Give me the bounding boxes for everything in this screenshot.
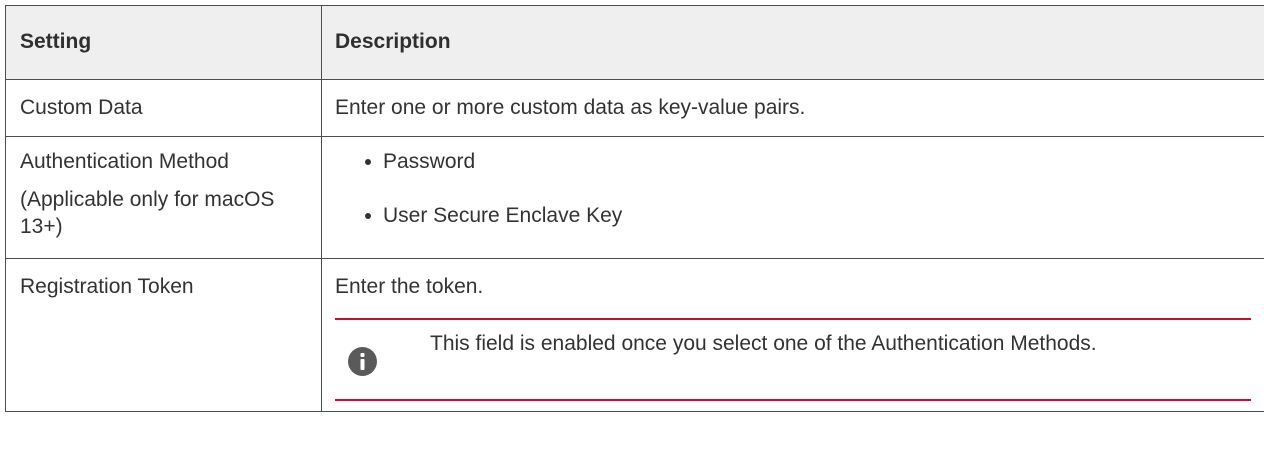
- list-item: Password: [363, 148, 1264, 176]
- note-callout: This field is enabled once you select on…: [335, 318, 1251, 401]
- table-row-authentication-method: Authentication Method (Applicable only f…: [5, 136, 1264, 259]
- setting-name: Registration Token: [20, 275, 194, 298]
- info-icon: [348, 347, 377, 376]
- settings-table: Setting Description Custom Data Enter on…: [5, 5, 1264, 412]
- list-item: User Secure Enclave Key: [363, 202, 1264, 230]
- option-label: Password: [383, 150, 476, 173]
- table-row-registration-token: Registration Token Enter the token. This…: [5, 258, 1264, 412]
- header-setting: Setting: [5, 5, 322, 80]
- description-cell: Password User Secure Enclave Key: [321, 136, 1264, 259]
- option-label: User Secure Enclave Key: [383, 204, 623, 227]
- header-description-label: Description: [335, 30, 451, 53]
- note-text: This field is enabled once you select on…: [430, 332, 1097, 355]
- header-description: Description: [321, 5, 1264, 80]
- setting-cell: Registration Token: [5, 258, 322, 412]
- setting-applicability-note: (Applicable only for macOS 13+): [20, 188, 275, 238]
- description-text: Enter the token.: [335, 275, 484, 298]
- description-text: Enter one or more custom data as key-val…: [335, 96, 806, 119]
- bullet-icon: [365, 213, 371, 219]
- authentication-method-list: Password User Secure Enclave Key: [322, 137, 1264, 230]
- table-header-row: Setting Description: [5, 5, 1264, 80]
- table-row-custom-data: Custom Data Enter one or more custom dat…: [5, 79, 1264, 137]
- setting-name: Authentication Method: [20, 150, 229, 173]
- description-cell: Enter one or more custom data as key-val…: [321, 79, 1264, 137]
- setting-cell: Authentication Method (Applicable only f…: [5, 136, 322, 259]
- description-cell: Enter the token. This field is enabled o…: [321, 258, 1264, 412]
- header-setting-label: Setting: [20, 30, 92, 53]
- setting-cell: Custom Data: [5, 79, 322, 137]
- setting-name: Custom Data: [20, 96, 143, 119]
- bullet-icon: [365, 159, 371, 165]
